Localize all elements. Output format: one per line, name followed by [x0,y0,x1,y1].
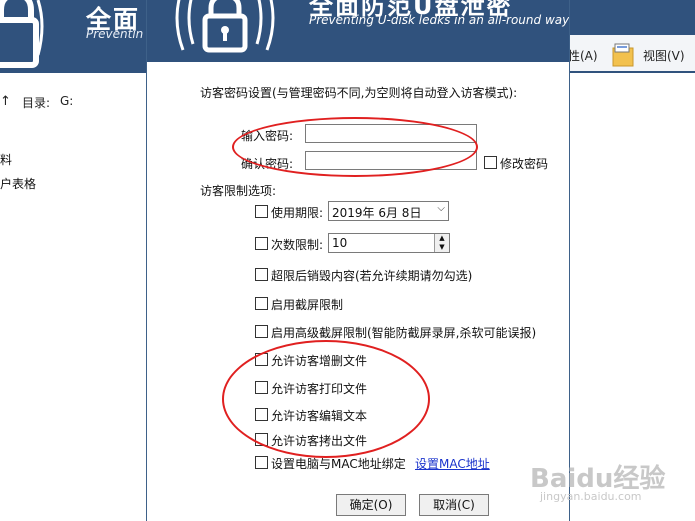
mac-binding-checkbox[interactable] [255,456,268,469]
cancel-button[interactable]: 取消(C) [419,494,489,516]
annotation-ellipse [222,340,430,458]
folder-icon [612,43,634,67]
chevron-down-icon[interactable]: ⌵ [437,203,445,214]
stepper-down-icon[interactable]: ▼ [435,243,449,252]
restriction-heading: 访客限制选项: [200,184,277,198]
option-label: 超限后销毁内容(若允许续期请勿勾选) [271,269,473,283]
option-label: 启用截屏限制 [271,298,344,312]
address-label: 目录: [22,96,51,110]
background-lock-icon [0,0,44,68]
count-limit-stepper[interactable]: 10 ▲ ▼ [328,233,450,253]
address-value[interactable]: G: [60,94,73,108]
up-arrow-icon[interactable]: ↑ [0,94,11,109]
sidebar-item[interactable]: 户表格 [0,175,36,192]
annotation-ellipse [232,117,478,177]
dialog-subtitle: Preventing U-disk ledks in an all-round … [309,13,569,27]
count-limit-label: 次数限制: [271,238,324,252]
count-limit-checkbox[interactable] [255,237,268,250]
dialog-header: 全面防范U盘泄密 Preventing U-disk ledks in an a… [147,0,569,62]
advanced-screenshot-limit-checkbox[interactable] [255,325,268,338]
set-mac-address-link[interactable]: 设置MAC地址 [415,455,490,472]
screenshot-limit-checkbox[interactable] [255,297,268,310]
count-limit-value: 10 [332,236,348,250]
option-label: 启用高级截屏限制(智能防截屏录屏,杀软可能误报) [271,326,537,340]
expiry-date-value: 2019年 6月 8日 [332,206,422,220]
guest-password-intro: 访客密码设置(与管理密码不同,为空则将自动登入访客模式): [200,86,518,100]
expiry-date-picker[interactable]: 2019年 6月 8日 ⌵ [328,201,449,221]
destroy-content-checkbox[interactable] [255,268,268,281]
time-limit-label: 使用期限: [271,206,324,220]
stepper-buttons: ▲ ▼ [434,234,449,252]
time-limit-checkbox[interactable] [255,205,268,218]
sidebar-item[interactable]: 料 [0,151,12,168]
ok-button[interactable]: 确定(O) [336,494,406,516]
background-app-subtitle: Preventin [86,27,144,41]
modify-password-checkbox[interactable] [484,156,497,169]
modify-password-label: 修改密码 [500,157,549,171]
watermark-url: jingyan.baidu.com [540,490,642,503]
view-menu[interactable]: 视图(V) [643,47,685,64]
properties-menu[interactable]: 性(A) [568,47,598,64]
lock-icon [175,0,275,53]
